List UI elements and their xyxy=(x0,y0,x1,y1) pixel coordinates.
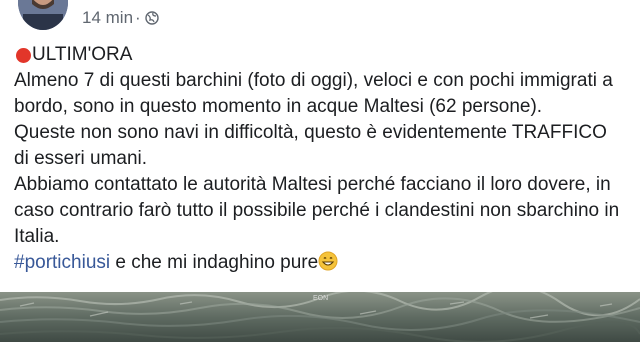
photo-overlay-label: EON xyxy=(313,295,328,302)
meta-separator: · xyxy=(135,8,141,27)
post-title: ULTIM'ORA xyxy=(32,44,133,65)
red-circle-icon xyxy=(16,47,31,63)
post-line: Italia. xyxy=(14,226,60,247)
post-line: bordo, sono in questo momento in acque M… xyxy=(14,96,543,117)
post-photo[interactable]: EON xyxy=(0,292,640,342)
post-line: caso contrario farò tutto il possibile p… xyxy=(14,200,620,221)
post-hashtag-line: #portichiusi e che mi indaghino pure xyxy=(14,250,630,276)
hashtag-link[interactable]: #portichiusi xyxy=(14,252,110,273)
post-last-line: e che mi indaghino pure xyxy=(110,252,319,273)
post-line: Abbiamo contattato le autorità Maltesi p… xyxy=(14,174,611,195)
post-timestamp[interactable]: 14 min xyxy=(82,8,133,28)
avatar[interactable] xyxy=(18,0,68,30)
post-line: Almeno 7 di questi barchini (foto di ogg… xyxy=(14,70,613,91)
post-message: ULTIM'ORA Almeno 7 di questi barchini (f… xyxy=(14,42,630,276)
post-header: 14 min · xyxy=(0,0,640,38)
globe-icon[interactable] xyxy=(145,11,159,25)
post-line: Queste non sono navi in difficoltà, ques… xyxy=(14,122,607,143)
post-line: di esseri umani. xyxy=(14,148,148,169)
grinning-face-icon xyxy=(318,251,338,271)
facebook-post: 14 min · ULTIM'ORA Almeno 7 di questi ba… xyxy=(0,0,640,342)
post-title-line: ULTIM'ORA xyxy=(14,42,630,68)
